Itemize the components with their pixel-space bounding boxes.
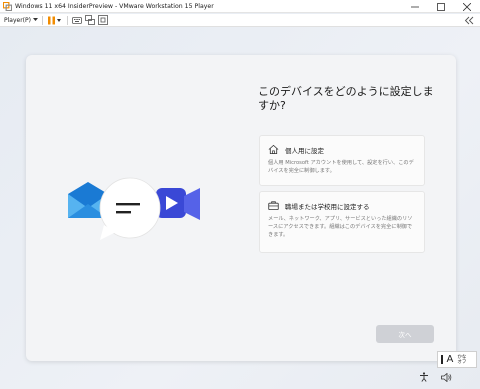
ime-toolbar[interactable]: A かな オフ (437, 351, 477, 368)
vmware-logo-icon (3, 1, 12, 11)
option-description: メール、ネットワーク、アプリ、サービスといった組織のリソースにアクセスできます。… (268, 216, 413, 238)
close-button[interactable] (454, 0, 480, 13)
minimize-button[interactable] (402, 0, 428, 13)
close-icon (463, 2, 471, 11)
briefcase-icon (268, 201, 279, 211)
removable-devices-button[interactable] (85, 15, 96, 26)
chevron-down-icon (56, 18, 61, 22)
minimize-icon (411, 6, 419, 7)
devices-icon (85, 15, 96, 25)
ime-kana-line2: オフ (457, 359, 467, 365)
double-chevron-left-icon[interactable] (464, 16, 474, 25)
chevron-down-icon (32, 18, 38, 21)
toolbar-divider (41, 15, 43, 25)
option-title: 個人用に設定 (285, 146, 324, 155)
option-work-school[interactable]: 職場または学校用に設定する メール、ネットワーク、アプリ、サービスといった組織の… (259, 191, 425, 253)
chat-bubble-icon (99, 177, 161, 240)
page-title: このデバイスをどのように設定しますか? (258, 85, 434, 112)
unity-mode-button[interactable] (98, 15, 109, 26)
option-description: 個人用 Microsoft アカウントを使用して、設定を行い、このデバイスを完全… (268, 160, 414, 174)
unity-icon (98, 15, 109, 25)
title-bar: Windows 11 x64 InsiderPreview - VMware W… (0, 0, 480, 13)
pause-icon (47, 16, 55, 24)
volume-icon[interactable] (441, 373, 452, 382)
send-ctrl-alt-del-button[interactable] (72, 15, 83, 26)
ime-kana-line1: かな (457, 354, 467, 360)
player-menu[interactable]: Player(P) (4, 17, 38, 24)
ime-handle[interactable] (441, 355, 443, 364)
pause-button[interactable] (47, 15, 61, 26)
maximize-icon (437, 2, 445, 11)
toolbar-divider (66, 15, 68, 25)
vmware-toolbar: Player(P) (0, 14, 480, 27)
home-icon (268, 144, 279, 155)
window-title: Windows 11 x64 InsiderPreview - VMware W… (15, 2, 214, 10)
next-button[interactable]: 次へ (376, 325, 434, 343)
ime-mode-indicator[interactable]: A (447, 354, 454, 365)
setup-illustration (68, 177, 200, 240)
maximize-button[interactable] (428, 0, 454, 13)
option-personal[interactable]: 個人用に設定 個人用 Microsoft アカウントを使用して、設定を行い、この… (259, 135, 425, 186)
player-menu-label: Player(P) (4, 16, 31, 24)
ime-kana-toggle[interactable]: かな オフ (457, 355, 466, 365)
option-title: 職場または学校用に設定する (285, 202, 370, 211)
ctrl-alt-del-icon (72, 16, 83, 24)
video-camera-icon (156, 188, 200, 220)
accessibility-icon[interactable] (419, 372, 429, 382)
